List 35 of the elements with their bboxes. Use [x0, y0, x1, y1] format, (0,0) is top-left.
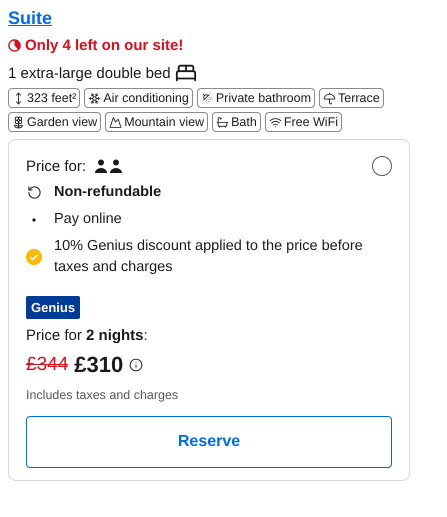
nights-text: Price for 2 nights:	[26, 327, 149, 344]
facility-tag: 323 feet²	[8, 88, 80, 108]
pie-icon	[8, 39, 21, 52]
refund-icon	[26, 185, 42, 200]
price: £310	[74, 352, 124, 378]
facility-tag: Garden view	[8, 112, 102, 132]
reserve-button[interactable]: Reserve	[26, 416, 392, 468]
scarcity-text: Only 4 left on our site!	[25, 37, 184, 54]
facility-tag: Bath	[212, 112, 261, 132]
old-price: £344	[26, 354, 68, 376]
info-icon[interactable]	[129, 358, 144, 372]
snowflake-icon	[88, 92, 102, 104]
mountain-icon	[109, 116, 122, 128]
facility-tag: Terrace	[319, 88, 384, 108]
facility-tag: Private bathroom	[196, 88, 315, 108]
facility-tag: Mountain view	[105, 112, 208, 132]
flower-icon	[12, 116, 25, 128]
bullet-icon	[32, 218, 36, 222]
bathtub-icon	[216, 116, 230, 128]
wifi-icon	[268, 116, 282, 128]
umbrella-icon	[323, 92, 336, 104]
condition-text: 10% Genius discount applied to the price before taxes and charges	[54, 237, 364, 277]
genius-badge: Genius	[26, 296, 80, 319]
bed-icon	[174, 62, 197, 84]
taxes-note: Includes taxes and charges	[26, 388, 180, 402]
bed-text: 1 extra-large double bed	[8, 64, 171, 82]
two-people-icon	[94, 159, 124, 173]
radio-button[interactable]	[372, 156, 392, 176]
room-title-link[interactable]: Suite	[8, 8, 52, 29]
check-icon	[26, 249, 42, 265]
facility-tag: Air conditioning	[84, 88, 193, 108]
facility-tag: Free WiFi	[264, 112, 342, 132]
price-for-label: Price for:	[26, 158, 86, 174]
condition-text: Pay online	[54, 210, 122, 229]
condition-text: Non-refundable	[54, 183, 162, 202]
